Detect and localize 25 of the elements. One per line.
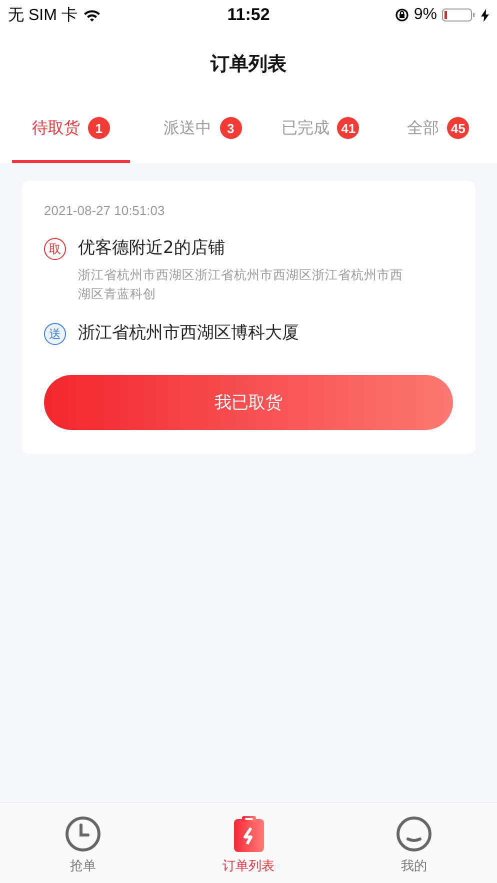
clock-time: 11:52 <box>227 5 270 25</box>
tab-bar-item[interactable]: 我的 <box>331 803 497 883</box>
clipboard-icon <box>232 815 264 853</box>
stop-name: 浙江省杭州市西湖区博科大厦 <box>78 322 299 344</box>
order-time: 2021-08-27 10:51:03 <box>44 203 166 218</box>
order-status-tab[interactable]: 已完成 41 <box>262 98 380 163</box>
order-status-tab[interactable]: 派送中 3 <box>144 98 262 163</box>
tab-bar-item[interactable]: 抢单 <box>0 803 166 883</box>
order-status-tab[interactable]: 待取货 1 <box>12 98 130 163</box>
rotation-lock-icon <box>394 8 409 22</box>
carrier-text: 无 SIM 卡 <box>8 6 78 26</box>
order-status-tab[interactable]: 全部 45 <box>379 98 497 163</box>
stop-name: 优客德附近2的店铺 <box>78 237 226 259</box>
page-title: 订单列表 <box>210 52 286 77</box>
stop-address: 浙江省杭州市西湖区浙江省杭州市西湖区浙江省杭州市西湖区青蓝科创 <box>78 266 404 303</box>
charging-icon <box>481 8 489 22</box>
tab-bar-item[interactable]: 订单列表 <box>166 803 332 883</box>
clock-icon <box>64 815 102 853</box>
battery-icon <box>442 8 476 22</box>
battery-percent: 9% <box>414 6 437 24</box>
wifi-icon <box>83 8 102 22</box>
smiley-icon <box>395 815 434 853</box>
stop-badge: 取 <box>44 238 66 260</box>
stop-badge: 送 <box>44 323 66 345</box>
picked-up-button[interactable]: 我已取货 <box>44 375 453 430</box>
